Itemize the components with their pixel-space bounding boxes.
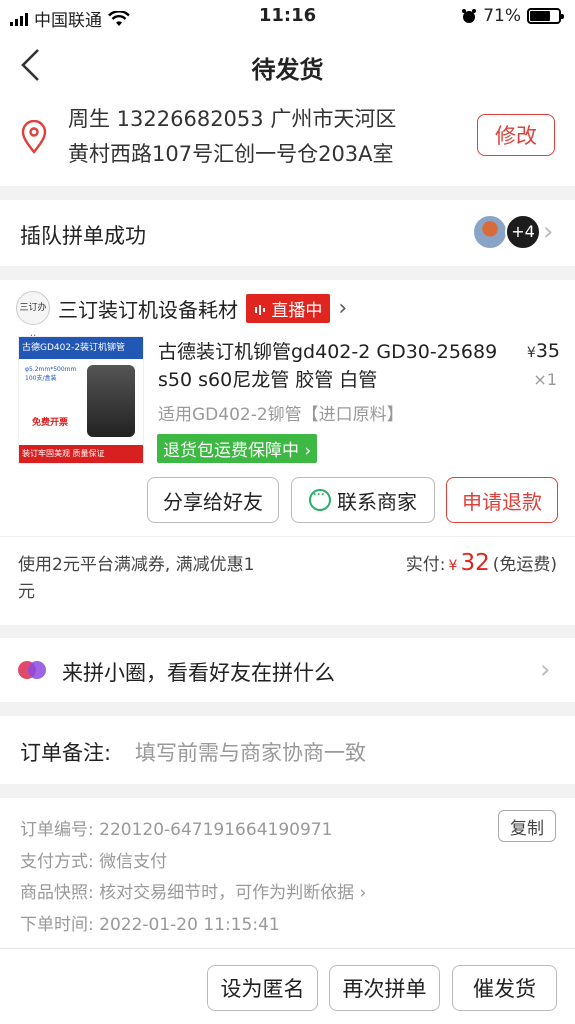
payment-method: 支付方式: 微信支付 [20,852,168,872]
product-image[interactable]: 古德GD402-2装订机铆管 φ5.2mm*500mm 100支/盒装 免费开票… [18,336,144,464]
divider [0,536,575,537]
machine-illustration [87,365,135,437]
more-members-avatar: +4 [505,214,541,250]
group-status-label: 插队拼单成功 [20,224,146,248]
shop-logo: 三订办公 [16,291,50,345]
product-quantity: ×1 [533,370,557,389]
order-card: 三订办公 三订装订机设备耗材 直播中 › 古德GD402-2装订机铆管 φ5.2… [0,280,575,625]
address-card[interactable]: 周生 13226682053 广州市天河区 黄村西路107号汇创一号仓203A室… [0,94,575,186]
wechat-icon [309,487,331,511]
coupon-info: 使用2元平台满减券, 满减优惠1元 [18,555,255,602]
friend-circle-row[interactable]: 来拼小圈，看看好友在拼什么 › [0,638,575,702]
product-price: ¥35 [526,340,560,362]
urge-shipping-button[interactable]: 催发货 [452,965,557,1011]
remark-input[interactable]: 填写前需与商家协商一致 [135,737,366,767]
status-bar: 中国联通 11:16 71% [0,0,575,34]
nav-bar: 待发货 [0,34,575,94]
live-bars-icon [255,304,265,315]
product-title[interactable]: 古德装订机铆管gd402-2 GD30-25689 s50 s60尼龙管 胶管 … [158,338,498,394]
battery-percent: 71% [483,6,521,26]
share-button[interactable]: 分享给好友 [147,477,279,523]
contact-merchant-button[interactable]: 联系商家 [291,477,435,523]
set-anonymous-button[interactable]: 设为匿名 [207,965,318,1011]
product-image-spec: φ5.2mm*500mm 100支/盒装 [25,366,77,382]
paid-amount: 实付: ¥ 32 (免运费) [405,550,557,576]
product-image-badge: 免费开票 [31,418,68,428]
refund-button[interactable]: 申请退款 [446,477,558,523]
address-line-2: 黄村西路107号汇创一号仓203A室 [68,142,394,166]
avatar [472,214,508,250]
address-text: 周生 13226682053 广州市天河区 黄村西路107号汇创一号仓203A室 [68,102,448,172]
order-info: 订单编号: 220120-647191664190971 复制 支付方式: 微信… [0,798,575,948]
chevron-right-icon: › [540,655,551,685]
product-image-title: 古德GD402-2装订机铆管 [19,337,143,359]
circle-logo-icon [18,661,48,679]
live-badge: 直播中 [246,293,331,323]
product-image-footer: 装订牢固美观 质量保证 [19,445,143,463]
remark-label: 订单备注: [20,741,112,765]
friend-circle-label: 来拼小圈，看看好友在拼什么 [62,661,335,685]
bottom-action-bar: 设为匿名 再次拼单 催发货 [0,948,575,1024]
location-pin-icon [21,120,47,154]
order-number: 订单编号: 220120-647191664190971 [20,820,333,840]
product-snapshot[interactable]: 商品快照: 核对交易细节时，可作为判断依据 › [20,878,366,903]
modify-address-button[interactable]: 修改 [477,114,555,156]
regroup-button[interactable]: 再次拼单 [329,965,440,1011]
page-title: 待发货 [251,56,324,84]
alarm-icon [462,9,477,23]
shop-name: 三订装订机设备耗材 [58,297,238,322]
return-guarantee-badge[interactable]: 退货包运费保障中 › [157,434,318,463]
copy-button[interactable]: 复制 [498,810,556,842]
product-spec: 适用GD402-2铆管【进口原料】 [158,405,404,425]
address-line-1: 周生 13226682053 广州市天河区 [68,107,397,131]
group-status-row[interactable]: 插队拼单成功 +4 › [0,200,575,266]
shop-header[interactable]: 三订办公 三订装订机设备耗材 直播中 › [16,291,348,345]
battery-icon [527,8,564,24]
chevron-right-icon: › [543,217,554,247]
order-remark-row[interactable]: 订单备注: 填写前需与商家协商一致 [0,716,575,784]
order-time: 下单时间: 2022-01-20 11:15:41 [20,915,280,935]
chevron-right-icon: › [338,295,348,321]
